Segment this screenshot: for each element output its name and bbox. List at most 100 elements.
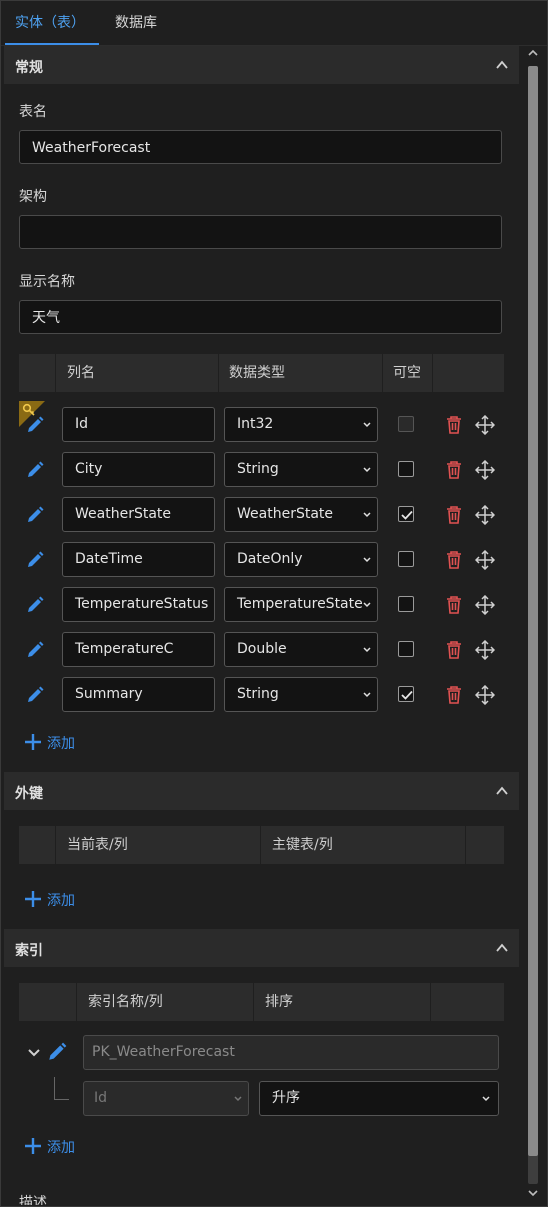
schema-input[interactable] (19, 215, 502, 249)
section-foreign-keys-title: 外键 (15, 786, 43, 802)
section-general-header[interactable]: 常规 (4, 46, 519, 84)
nullable-checkbox[interactable] (398, 416, 414, 432)
header-divider (253, 983, 254, 1021)
tab-entity[interactable]: 实体（表） (5, 1, 99, 45)
nullable-checkbox[interactable] (398, 641, 414, 657)
edit-pencil-icon[interactable] (46, 1041, 68, 1063)
trash-icon[interactable] (445, 685, 463, 705)
nullable-checkbox[interactable] (398, 596, 414, 612)
column-name-header: 列名 (67, 365, 95, 381)
chevron-down-icon (482, 1096, 490, 1102)
data-type-select[interactable]: Double (224, 632, 378, 667)
indexes-table-header: 索引名称/列 排序 (19, 983, 504, 1021)
trash-icon[interactable] (445, 595, 463, 615)
chevron-up-icon[interactable] (495, 784, 509, 798)
header-divider (430, 983, 431, 1021)
header-divider (465, 826, 466, 864)
trash-icon[interactable] (445, 640, 463, 660)
chevron-down-icon (363, 557, 371, 563)
data-type-select[interactable]: Int32 (224, 407, 378, 442)
trash-icon[interactable] (445, 415, 463, 435)
edit-pencil-icon[interactable] (25, 685, 45, 705)
header-divider (55, 354, 56, 392)
add-foreign-key-label: 添加 (47, 893, 75, 909)
nullable-checkbox[interactable] (398, 551, 414, 567)
section-indexes-title: 索引 (15, 943, 43, 959)
edit-pencil-icon[interactable] (25, 460, 45, 480)
column-name-input[interactable]: TemperatureC (62, 632, 215, 667)
column-row: DateTime DateOnly (19, 542, 504, 578)
trash-icon[interactable] (445, 505, 463, 525)
index-name-input[interactable]: PK_WeatherForecast (83, 1035, 499, 1070)
edit-pencil-icon[interactable] (25, 640, 45, 660)
data-type-select[interactable]: String (224, 452, 378, 487)
current-table-column-header: 当前表/列 (67, 837, 128, 853)
trash-icon[interactable] (445, 550, 463, 570)
chevron-down-icon (234, 1096, 242, 1102)
tab-database[interactable]: 数据库 (115, 1, 157, 45)
table-name-label: 表名 (19, 104, 47, 120)
display-name-label: 显示名称 (19, 274, 75, 290)
scroll-up-icon[interactable] (526, 46, 540, 60)
column-row: City String (19, 452, 504, 488)
index-column-select[interactable]: Id (83, 1081, 249, 1116)
scroll-down-icon[interactable] (526, 1186, 540, 1200)
column-name-input[interactable]: City (62, 452, 215, 487)
header-divider (260, 826, 261, 864)
nullable-checkbox[interactable] (398, 506, 414, 522)
checkmark-icon (401, 690, 413, 700)
column-row: TemperatureC Double (19, 632, 504, 668)
plus-icon (25, 734, 41, 750)
move-icon[interactable] (475, 505, 495, 525)
column-name-input[interactable]: WeatherState (62, 497, 215, 532)
table-name-input[interactable]: WeatherForecast (19, 130, 502, 164)
edit-pencil-icon[interactable] (25, 595, 45, 615)
nullable-checkbox[interactable] (398, 686, 414, 702)
data-type-select[interactable]: String (224, 677, 378, 712)
foreign-keys-table-header: 当前表/列 主键表/列 (19, 826, 504, 864)
edit-pencil-icon[interactable] (25, 550, 45, 570)
display-name-input[interactable]: 天气 (19, 300, 502, 334)
move-icon[interactable] (475, 595, 495, 615)
data-type-select[interactable]: TemperatureState (224, 587, 378, 622)
chevron-up-icon[interactable] (495, 941, 509, 955)
column-name-input[interactable]: Id (62, 407, 215, 442)
move-icon[interactable] (475, 685, 495, 705)
properties-content: 常规 表名 WeatherForecast 架构 显示名称 天气 列名 数据类型… (4, 46, 520, 1205)
chevron-down-icon (363, 467, 371, 473)
plus-icon (25, 1138, 41, 1154)
chevron-down-icon[interactable] (27, 1046, 41, 1060)
trash-icon[interactable] (445, 460, 463, 480)
section-indexes-header[interactable]: 索引 (4, 929, 519, 967)
header-divider (76, 983, 77, 1021)
move-icon[interactable] (475, 640, 495, 660)
data-type-select[interactable]: DateOnly (224, 542, 378, 577)
data-type-value: Int32 (237, 416, 274, 432)
data-type-value: WeatherState (237, 506, 334, 522)
header-divider (218, 354, 219, 392)
move-icon[interactable] (475, 415, 495, 435)
section-foreign-keys-header[interactable]: 外键 (4, 772, 519, 810)
index-name-column-header: 索引名称/列 (88, 994, 163, 1010)
move-icon[interactable] (475, 460, 495, 480)
header-divider (55, 826, 56, 864)
column-row: WeatherState WeatherState (19, 497, 504, 533)
index-column-value: Id (94, 1090, 108, 1106)
scroll-thumb[interactable] (528, 66, 538, 1156)
header-divider (432, 354, 433, 392)
move-icon[interactable] (475, 550, 495, 570)
column-row: Id Int32 (19, 401, 504, 443)
chevron-up-icon[interactable] (495, 58, 509, 72)
data-type-select[interactable]: WeatherState (224, 497, 378, 532)
edit-pencil-icon[interactable] (25, 505, 45, 525)
nullable-checkbox[interactable] (398, 461, 414, 477)
vertical-scrollbar[interactable] (526, 46, 540, 1204)
column-name-input[interactable]: TemperatureStatus (62, 587, 215, 622)
tab-bar: 实体（表） 数据库 (1, 1, 547, 46)
index-order-select[interactable]: 升序 (259, 1081, 499, 1116)
nullable-header: 可空 (393, 365, 421, 381)
checkmark-icon (401, 510, 413, 520)
column-name-input[interactable]: DateTime (62, 542, 215, 577)
column-name-input[interactable]: Summary (62, 677, 215, 712)
edit-pencil-icon[interactable] (25, 415, 45, 435)
